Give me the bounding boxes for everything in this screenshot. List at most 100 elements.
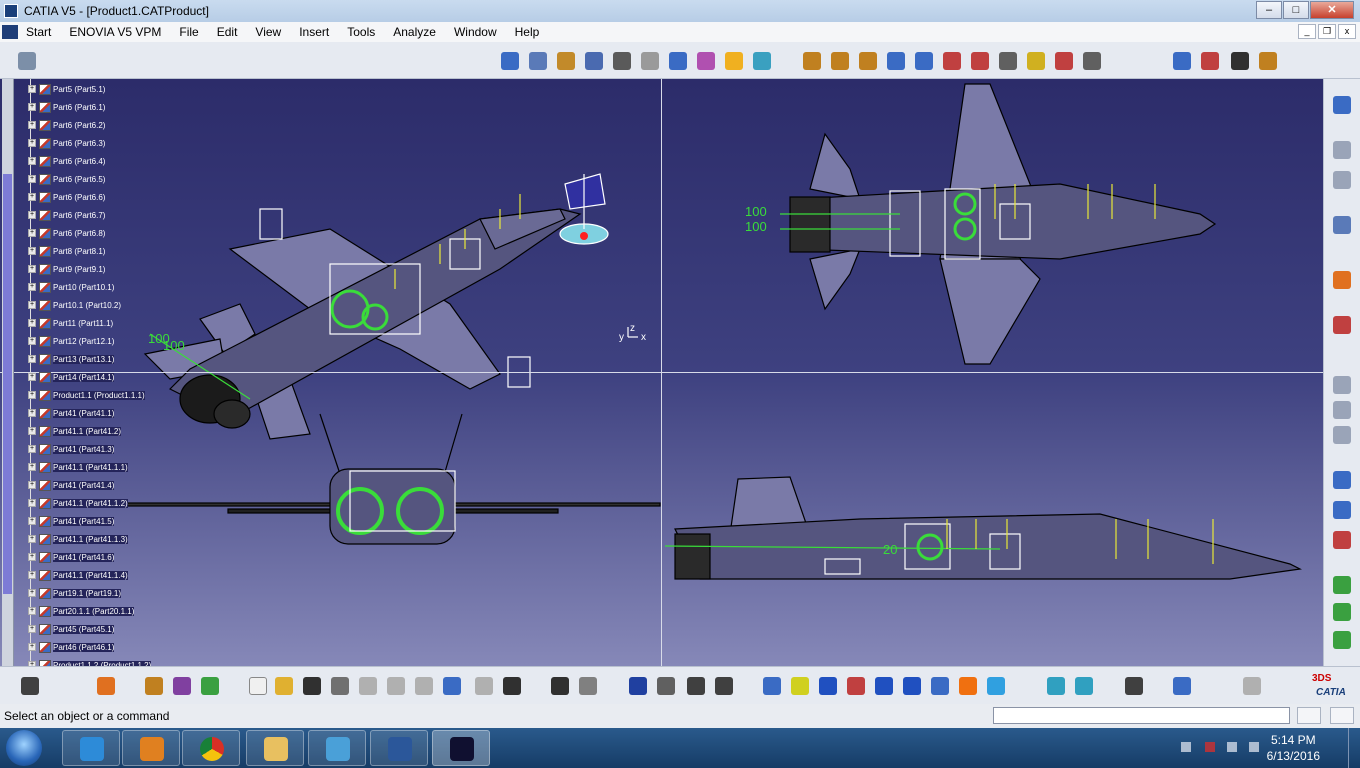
redo-icon[interactable] bbox=[473, 675, 495, 697]
tree-node[interactable]: + Part45 (Part45.1) bbox=[28, 622, 115, 636]
parts-icon[interactable] bbox=[555, 50, 577, 72]
minimize-button[interactable]: – bbox=[1256, 1, 1282, 19]
tree-mode-icon[interactable] bbox=[95, 675, 117, 697]
save-icon[interactable] bbox=[301, 675, 323, 697]
menu-insert[interactable]: Insert bbox=[290, 22, 338, 42]
expand-icon[interactable]: + bbox=[28, 337, 36, 345]
catalog-browser-icon[interactable] bbox=[1331, 469, 1353, 491]
tree-node[interactable]: + Part13 (Part13.1) bbox=[28, 352, 115, 366]
tree-node[interactable]: + Part41 (Part41.4) bbox=[28, 478, 115, 492]
tree-node[interactable]: + Part6 (Part6.6) bbox=[28, 190, 105, 204]
knowledge-icon[interactable] bbox=[655, 675, 677, 697]
tree-scroll-thumb[interactable] bbox=[3, 174, 12, 594]
link-icon[interactable] bbox=[695, 50, 717, 72]
tree-node[interactable]: + Product1.1 (Product1.1.1) bbox=[28, 388, 145, 402]
doc-close-button[interactable]: x bbox=[1338, 24, 1356, 39]
maximize-button[interactable]: □ bbox=[1283, 1, 1309, 19]
windows-start-button[interactable] bbox=[6, 730, 42, 766]
zoom-out-icon[interactable] bbox=[901, 675, 923, 697]
status-button-2[interactable] bbox=[1330, 707, 1354, 724]
expand-icon[interactable]: + bbox=[28, 121, 36, 129]
3d-viewport[interactable]: 100 100 100 100 20 z x y + Part5 (Part5.1… bbox=[0, 79, 1323, 666]
tree-node[interactable]: + Part19.1 (Part19.1) bbox=[28, 586, 122, 600]
publish-icon[interactable] bbox=[1331, 629, 1353, 651]
tray-network-icon[interactable] bbox=[1227, 742, 1237, 752]
expand-icon[interactable]: + bbox=[28, 535, 36, 543]
expand-icon[interactable]: + bbox=[28, 499, 36, 507]
expand-icon[interactable]: + bbox=[28, 283, 36, 291]
expand-icon[interactable]: + bbox=[28, 229, 36, 237]
catalog-icon[interactable] bbox=[1081, 50, 1103, 72]
undo-icon[interactable] bbox=[441, 675, 463, 697]
tray-arrow-icon[interactable] bbox=[1181, 742, 1191, 752]
globe-icon[interactable] bbox=[171, 675, 193, 697]
expand-icon[interactable]: + bbox=[28, 355, 36, 363]
expand-icon[interactable]: + bbox=[28, 265, 36, 273]
structure-icon[interactable] bbox=[1331, 499, 1353, 521]
new-file-icon[interactable] bbox=[247, 675, 269, 697]
expand-icon[interactable]: + bbox=[28, 625, 36, 633]
formula-icon[interactable] bbox=[549, 675, 571, 697]
tree-node[interactable]: + Part46 (Part46.1) bbox=[28, 640, 115, 654]
component-icon[interactable] bbox=[1331, 139, 1353, 161]
expand-icon[interactable]: + bbox=[28, 643, 36, 651]
constraints-icon[interactable] bbox=[1331, 314, 1353, 336]
reorder-icon[interactable] bbox=[751, 50, 773, 72]
menu-start[interactable]: Start bbox=[0, 22, 60, 42]
tree-node[interactable]: + Part41.1 (Part41.1.3) bbox=[28, 532, 128, 546]
tree-node[interactable]: + Part9 (Part9.1) bbox=[28, 262, 105, 276]
gear-icon[interactable] bbox=[801, 50, 823, 72]
anchor-icon[interactable] bbox=[611, 50, 633, 72]
comment-icon[interactable] bbox=[577, 675, 599, 697]
tree-node[interactable]: + Part14 (Part14.1) bbox=[28, 370, 115, 384]
graph-icon[interactable] bbox=[713, 675, 735, 697]
annotation-icon[interactable] bbox=[1025, 50, 1047, 72]
text-icon[interactable] bbox=[997, 50, 1019, 72]
explode-icon[interactable] bbox=[941, 50, 963, 72]
expand-icon[interactable]: + bbox=[28, 247, 36, 255]
zoom-in-icon[interactable] bbox=[873, 675, 895, 697]
taskbar-photo-viewer[interactable] bbox=[308, 730, 366, 766]
rotate-icon[interactable] bbox=[845, 675, 867, 697]
tree-node[interactable]: + Part41 (Part41.1) bbox=[28, 406, 115, 420]
expand-icon[interactable]: + bbox=[28, 409, 36, 417]
tree-node[interactable]: + Part41.1 (Part41.1.1) bbox=[28, 460, 128, 474]
sync-icon[interactable] bbox=[1331, 601, 1353, 623]
gears-icon[interactable] bbox=[829, 50, 851, 72]
tree-node[interactable]: + Part6 (Part6.1) bbox=[28, 100, 105, 114]
tree-node[interactable]: + Part6 (Part6.2) bbox=[28, 118, 105, 132]
fly-mode-icon[interactable] bbox=[761, 675, 783, 697]
save-management-icon[interactable] bbox=[1331, 574, 1353, 596]
shading-icon[interactable] bbox=[1045, 675, 1067, 697]
taskbar-word[interactable] bbox=[370, 730, 428, 766]
snap-icon[interactable] bbox=[913, 50, 935, 72]
taskbar-chrome[interactable] bbox=[182, 730, 240, 766]
hide-show-icon[interactable] bbox=[1073, 675, 1095, 697]
tree-node[interactable]: + Part20.1.1 (Part20.1.1) bbox=[28, 604, 135, 618]
menu-file[interactable]: File bbox=[170, 22, 207, 42]
expand-icon[interactable]: + bbox=[28, 463, 36, 471]
menu-window[interactable]: Window bbox=[445, 22, 506, 42]
manipulate-icon[interactable] bbox=[885, 50, 907, 72]
tree-node[interactable]: + Part6 (Part6.8) bbox=[28, 226, 105, 240]
menu-tools[interactable]: Tools bbox=[338, 22, 384, 42]
menu-edit[interactable]: Edit bbox=[208, 22, 247, 42]
open-folder-icon[interactable] bbox=[273, 675, 295, 697]
taskbar-media-player[interactable] bbox=[122, 730, 180, 766]
normal-view-icon[interactable] bbox=[929, 675, 951, 697]
menu-analyze[interactable]: Analyze bbox=[384, 22, 445, 42]
paste-icon[interactable] bbox=[413, 675, 435, 697]
table-icon[interactable] bbox=[667, 50, 689, 72]
tree-node[interactable]: + Part10 (Part10.1) bbox=[28, 280, 114, 294]
multi-view-icon[interactable] bbox=[957, 675, 979, 697]
taskbar-explorer[interactable] bbox=[246, 730, 304, 766]
tree-node[interactable]: + Part41.1 (Part41.2) bbox=[28, 424, 122, 438]
camera-icon[interactable] bbox=[19, 675, 41, 697]
tree-node[interactable]: + Part6 (Part6.7) bbox=[28, 208, 105, 222]
tree-scrollbar[interactable] bbox=[2, 79, 14, 666]
pen-icon[interactable] bbox=[639, 50, 661, 72]
compute-icon[interactable] bbox=[1199, 50, 1221, 72]
clash-icon[interactable] bbox=[969, 50, 991, 72]
tree-node[interactable]: + Part41.1 (Part41.1.2) bbox=[28, 496, 128, 510]
close-button[interactable]: ✕ bbox=[1310, 1, 1354, 19]
